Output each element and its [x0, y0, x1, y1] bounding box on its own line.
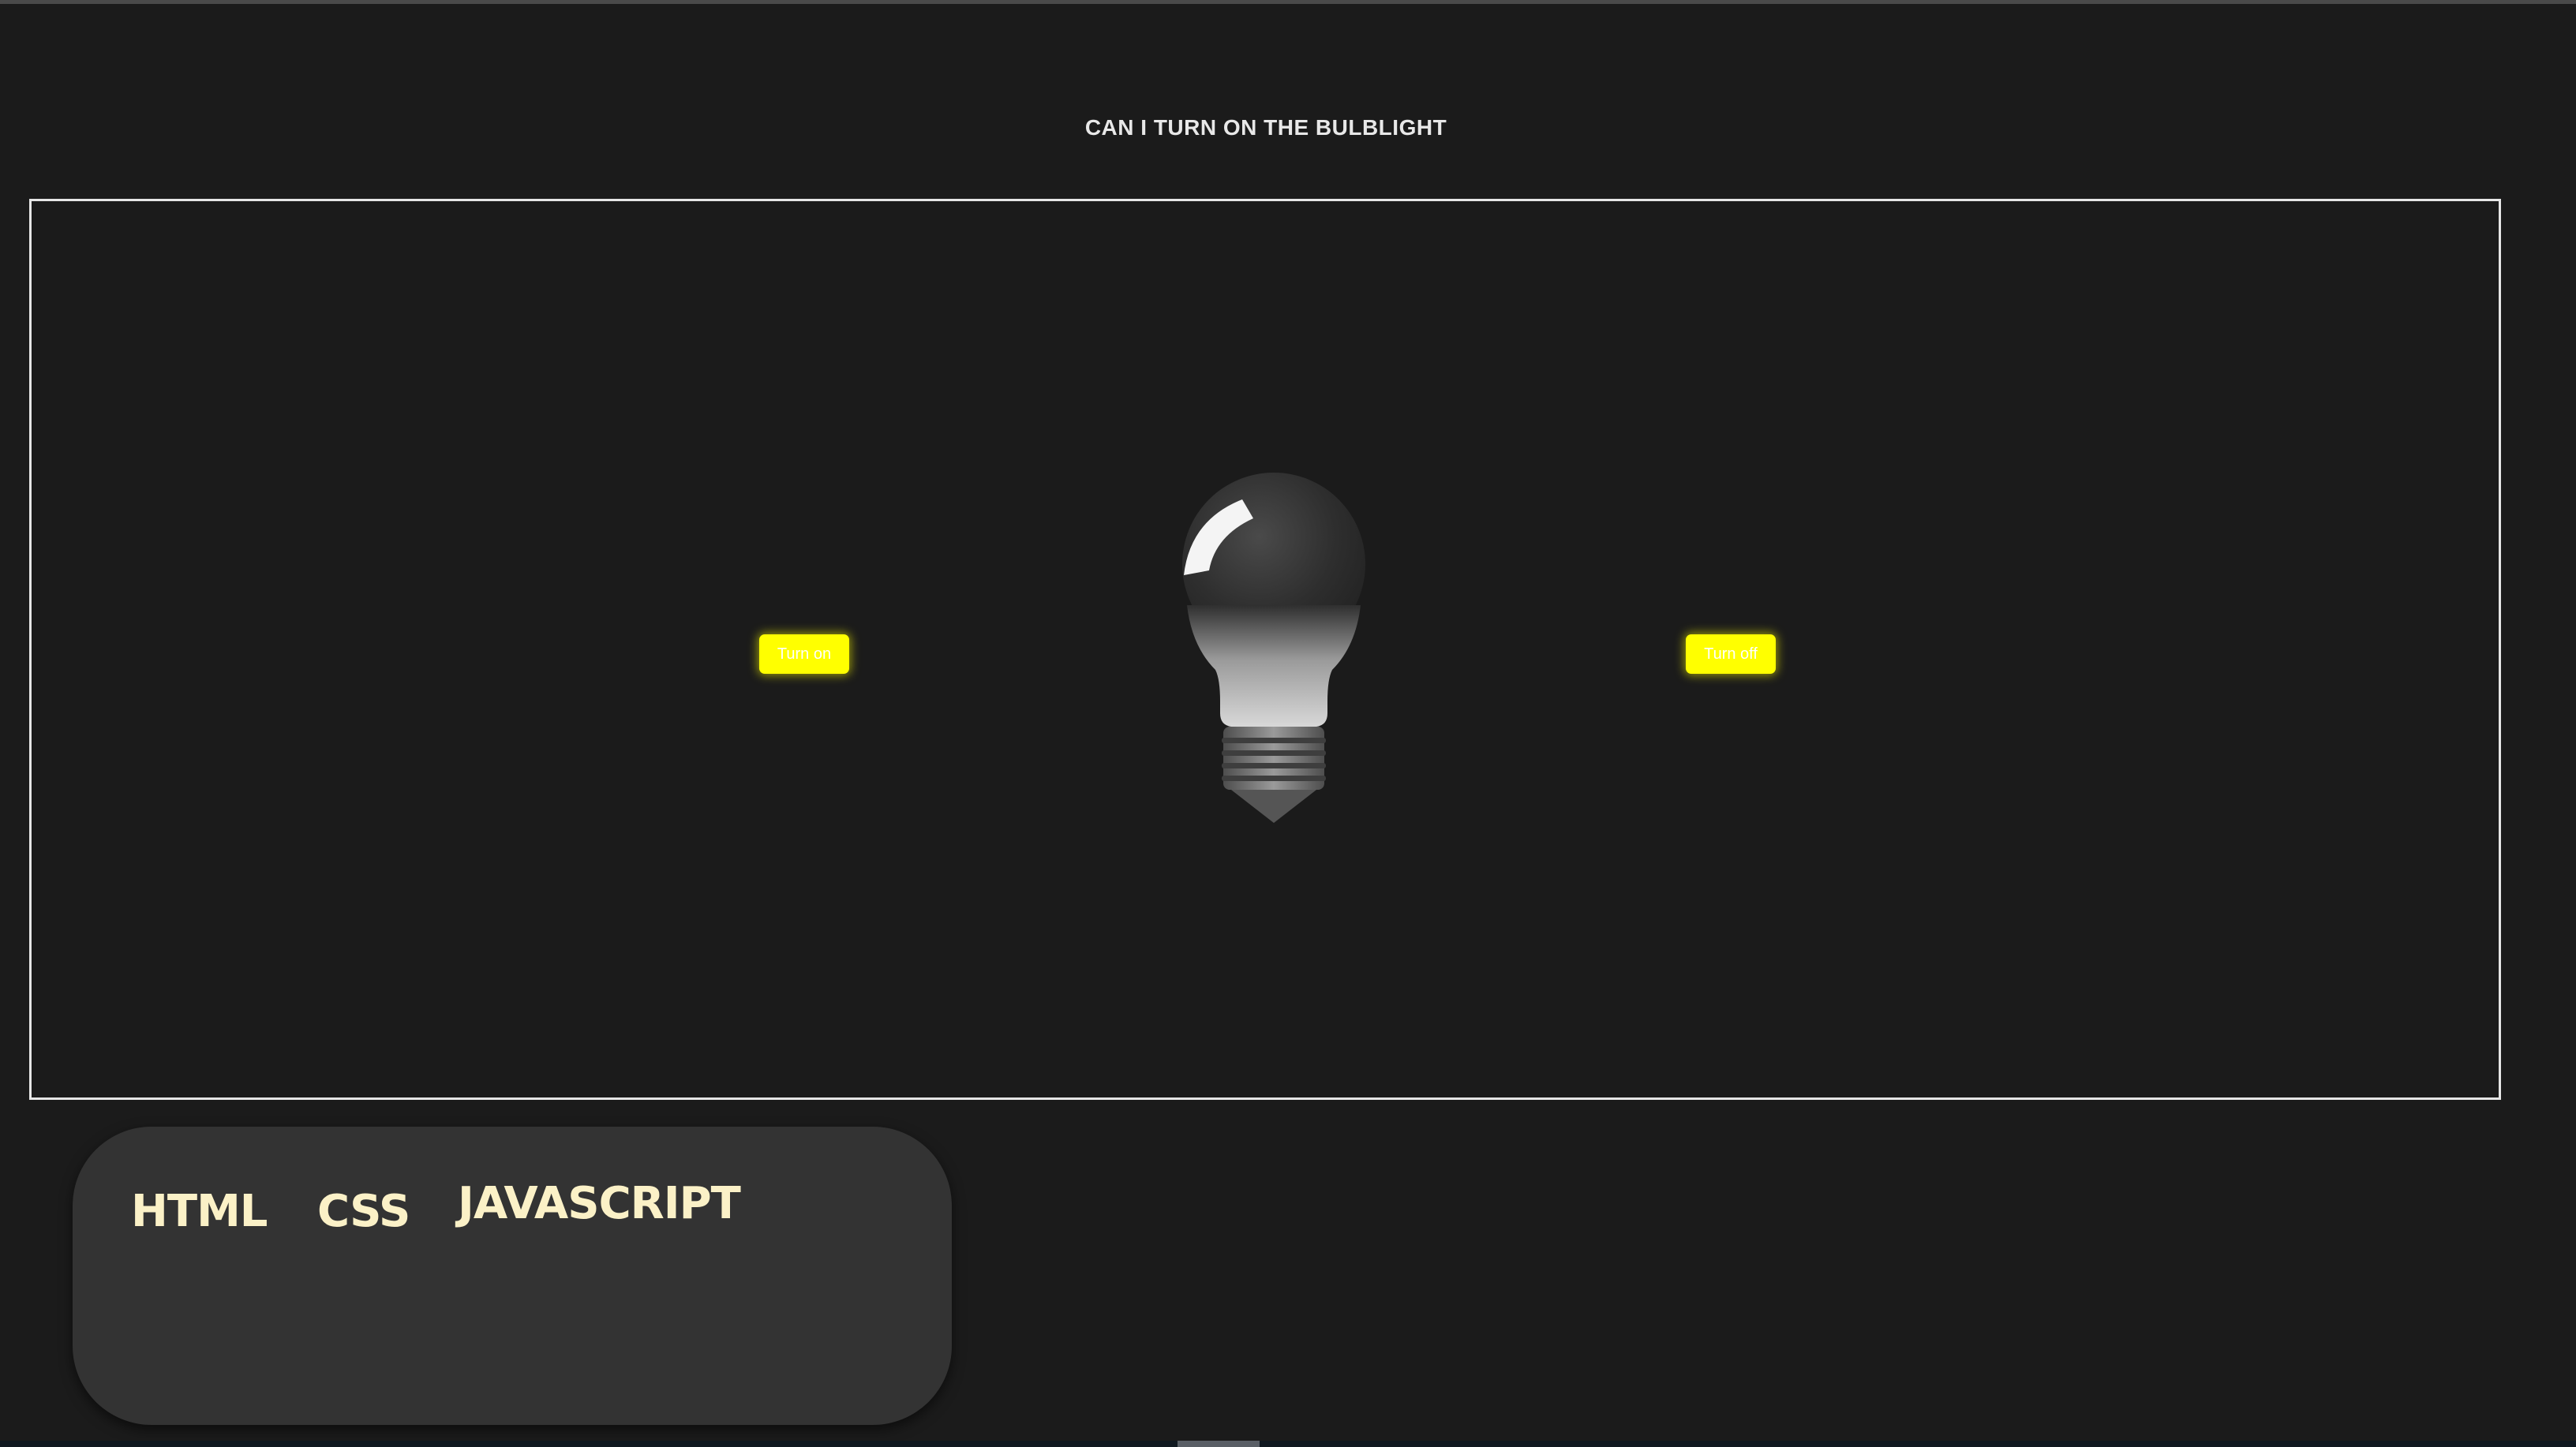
tech-stack-card: HTML CSS JAVASCRIPT: [73, 1127, 952, 1425]
tech-label-javascript: JAVASCRIPT: [458, 1178, 741, 1229]
tech-label-html: HTML: [131, 1186, 268, 1237]
turn-off-button[interactable]: Turn off: [1686, 634, 1776, 674]
page-title: CAN I TURN ON THE BULBLIGHT: [1084, 115, 1447, 140]
lightbulb-icon: [1182, 473, 1365, 823]
window-top-edge: [0, 0, 2576, 4]
scrollbar-thumb[interactable]: [1178, 1441, 1260, 1447]
horizontal-scrollbar[interactable]: [0, 1441, 2576, 1447]
turn-on-button[interactable]: Turn on: [759, 634, 849, 674]
bulb-neck: [1187, 605, 1361, 727]
bulb-stage: Turn on Turn off: [29, 199, 2501, 1100]
tech-label-css: CSS: [317, 1186, 410, 1237]
